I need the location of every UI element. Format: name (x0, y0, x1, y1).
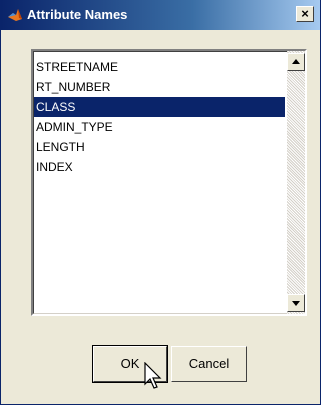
list-item[interactable]: LENGTH (34, 137, 285, 157)
cancel-button[interactable]: Cancel (171, 346, 247, 382)
list-item[interactable]: CLASS (34, 97, 285, 117)
close-button[interactable]: × (296, 6, 314, 22)
title-bar[interactable]: Attribute Names × (1, 0, 320, 30)
list-item[interactable]: ADMIN_TYPE (34, 117, 285, 137)
list-item[interactable]: STREETNAME (34, 57, 285, 77)
list-item[interactable]: INDEX (34, 157, 285, 177)
arrow-up-icon (292, 59, 300, 64)
mouse-pointer-icon (143, 361, 167, 392)
vertical-scrollbar[interactable] (287, 51, 305, 314)
window-title: Attribute Names (27, 7, 128, 22)
matlab-icon (7, 7, 23, 23)
arrow-down-icon (292, 301, 300, 306)
list-item[interactable]: RT_NUMBER (34, 77, 285, 97)
attribute-list: STREETNAME RT_NUMBER CLASS ADMIN_TYPE LENGTH… (34, 57, 285, 177)
close-icon: × (301, 6, 309, 21)
attribute-names-dialog: Attribute Names × STREETNAME RT_NUMBER CLA… (0, 0, 321, 405)
scroll-up-button[interactable] (287, 53, 305, 71)
scroll-down-button[interactable] (287, 294, 305, 312)
attribute-listbox[interactable]: STREETNAME RT_NUMBER CLASS ADMIN_TYPE LENGTH… (31, 49, 307, 316)
